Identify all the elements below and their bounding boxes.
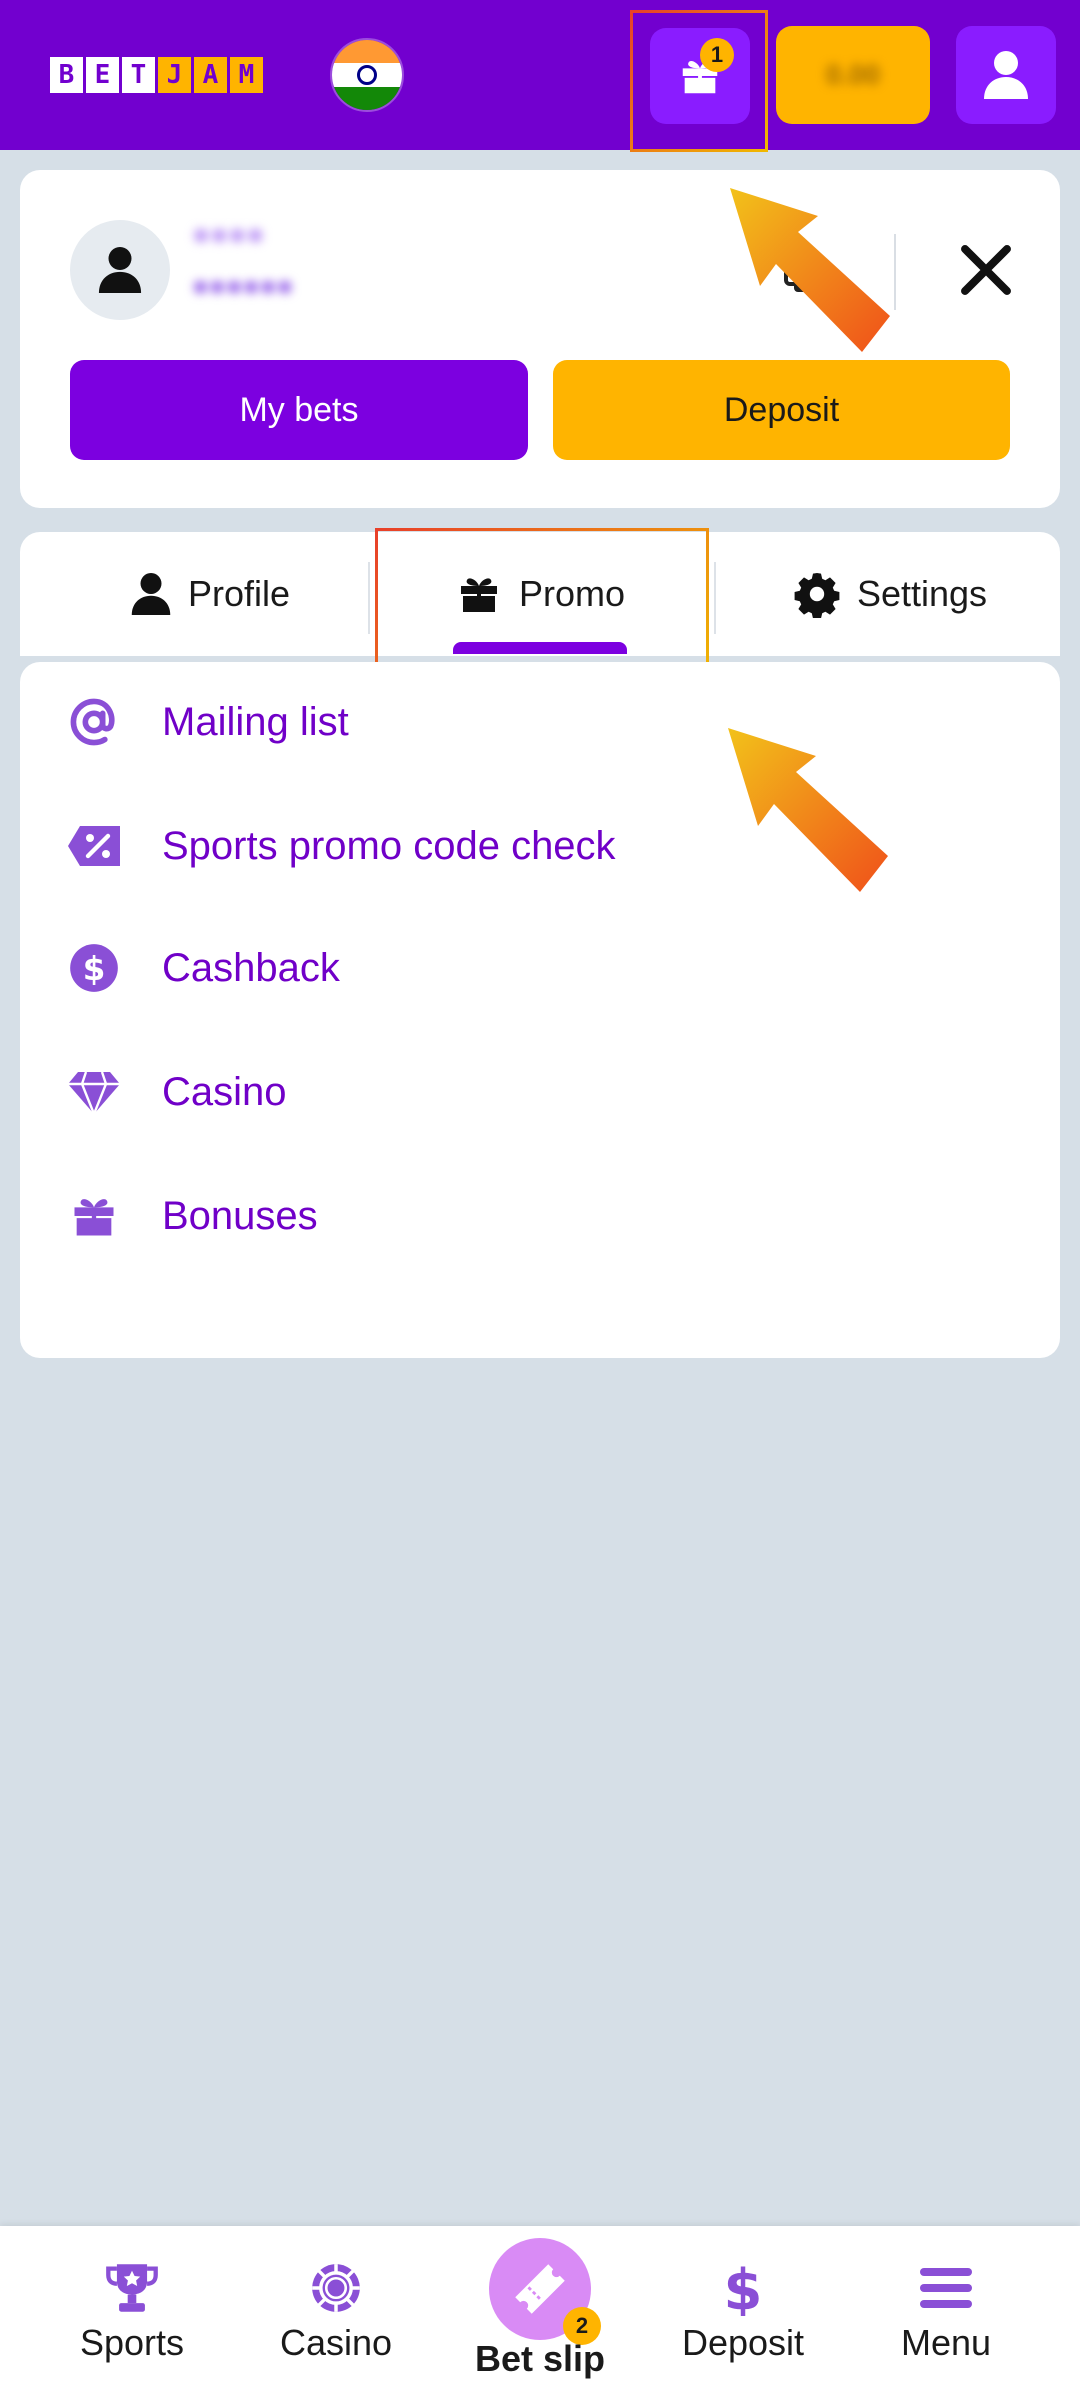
list-item-label: Cashback xyxy=(162,945,340,990)
diamond-icon xyxy=(68,1071,120,1114)
pointer-arrow-icon xyxy=(730,188,890,352)
logo-letter: J xyxy=(158,57,191,93)
balance-button[interactable]: 0.00 xyxy=(776,26,930,124)
logo-letter: E xyxy=(86,57,119,93)
tab-label: Settings xyxy=(856,573,988,614)
at-icon xyxy=(70,698,115,746)
svg-text:$: $ xyxy=(83,950,106,988)
nav-deposit[interactable]: $ Deposit xyxy=(643,2226,843,2400)
nav-label: Deposit xyxy=(681,2322,805,2363)
tab-settings[interactable]: Settings xyxy=(730,532,1050,656)
gift-icon xyxy=(74,1199,114,1236)
tab-label: Profile xyxy=(187,573,291,614)
betjam-logo[interactable]: B E T J A M xyxy=(50,57,263,93)
list-item-bonuses[interactable]: Bonuses xyxy=(68,1176,968,1256)
nav-menu[interactable]: Menu xyxy=(846,2226,1046,2400)
hamburger-icon xyxy=(920,2268,972,2308)
list-item-label: Sports promo code check xyxy=(162,823,616,868)
deposit-button[interactable]: Deposit xyxy=(553,360,1010,460)
list-item-label: Mailing list xyxy=(162,699,349,744)
list-item-casino[interactable]: Casino xyxy=(68,1052,968,1132)
svg-text:$: $ xyxy=(724,2260,763,2316)
dollar-icon: $ xyxy=(724,2260,763,2316)
divider xyxy=(714,562,716,634)
nav-label: Casino xyxy=(279,2322,393,2363)
user-account-button[interactable] xyxy=(956,26,1056,124)
list-item-label: Bonuses xyxy=(162,1193,318,1238)
logo-letter: B xyxy=(50,57,83,93)
percent-tag-icon xyxy=(68,826,120,866)
user-icon xyxy=(131,573,171,615)
user-icon xyxy=(98,247,142,293)
tab-profile[interactable]: Profile xyxy=(60,532,360,656)
pointer-arrow-icon xyxy=(728,728,888,892)
ticket-icon xyxy=(515,2264,565,2314)
dollar-coin-icon: $ xyxy=(70,944,118,992)
nav-label: Sports xyxy=(79,2322,185,2363)
chip-icon xyxy=(312,2264,360,2312)
avatar xyxy=(70,220,170,320)
balance-value: 0.00 xyxy=(825,59,881,90)
my-bets-button[interactable]: My bets xyxy=(70,360,528,460)
list-item-label: Casino xyxy=(162,1069,287,1114)
trophy-icon xyxy=(106,2264,158,2312)
user-id[interactable]: ●●●●●● xyxy=(192,270,293,302)
logo-letter: M xyxy=(230,57,263,93)
list-item-cashback[interactable]: $ Cashback xyxy=(68,928,968,1008)
divider xyxy=(368,562,370,634)
user-icon xyxy=(984,51,1028,99)
gear-icon xyxy=(794,573,840,618)
top-header: B E T J A M 1 0.00 xyxy=(0,0,1080,150)
nav-label: Menu xyxy=(900,2322,992,2363)
nav-casino[interactable]: Casino xyxy=(236,2226,436,2400)
india-flag-icon[interactable] xyxy=(330,38,404,112)
highlight-frame xyxy=(630,10,768,152)
user-name: ●●●● xyxy=(192,218,265,251)
nav-sports[interactable]: Sports xyxy=(32,2226,232,2400)
close-icon[interactable] xyxy=(958,242,1014,298)
nav-label[interactable]: Bet slip xyxy=(440,2338,640,2380)
logo-letter: T xyxy=(122,57,155,93)
logo-letter: A xyxy=(194,57,227,93)
